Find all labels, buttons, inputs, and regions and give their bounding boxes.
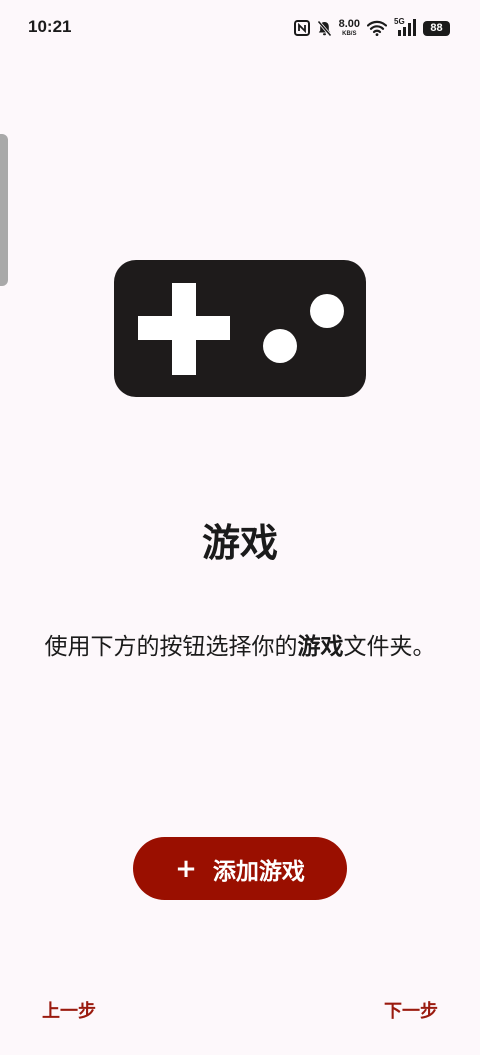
bell-muted-icon <box>316 20 332 36</box>
network-speed-unit: KB/S <box>342 31 357 37</box>
battery-icon: 88 <box>423 20 450 36</box>
network-speed: 8.00 KB/S <box>338 18 360 38</box>
cell-signal: 5G <box>394 17 416 37</box>
cell-signal-icon <box>398 19 416 36</box>
add-game-button[interactable]: + 添加游戏 <box>133 837 347 900</box>
previous-step-button[interactable]: 上一步 <box>42 1000 96 1024</box>
edge-panel-handle[interactable] <box>0 134 8 286</box>
add-game-label: 添加游戏 <box>212 858 305 885</box>
status-time: 10:21 <box>28 17 72 36</box>
description-text: 使用下方的按钮选择你的 <box>44 634 298 660</box>
page-description: 使用下方的按钮选择你的游戏文件夹。 <box>38 626 442 668</box>
status-bar: 10:21 8.00 KB/S 5G 88 <box>0 0 480 56</box>
nfc-icon <box>293 20 310 36</box>
description-text-end: 文件夹。 <box>343 634 436 660</box>
network-speed-value: 8.00 <box>338 18 360 30</box>
description-bold-text: 游戏 <box>297 634 344 660</box>
wifi-icon <box>367 20 387 36</box>
next-step-button[interactable]: 下一步 <box>384 1000 438 1024</box>
status-icons: 8.00 KB/S 5G 88 <box>293 17 450 39</box>
gamepad-icon <box>114 260 366 397</box>
plus-icon: + <box>175 853 197 884</box>
page-title: 游戏 <box>201 521 278 565</box>
